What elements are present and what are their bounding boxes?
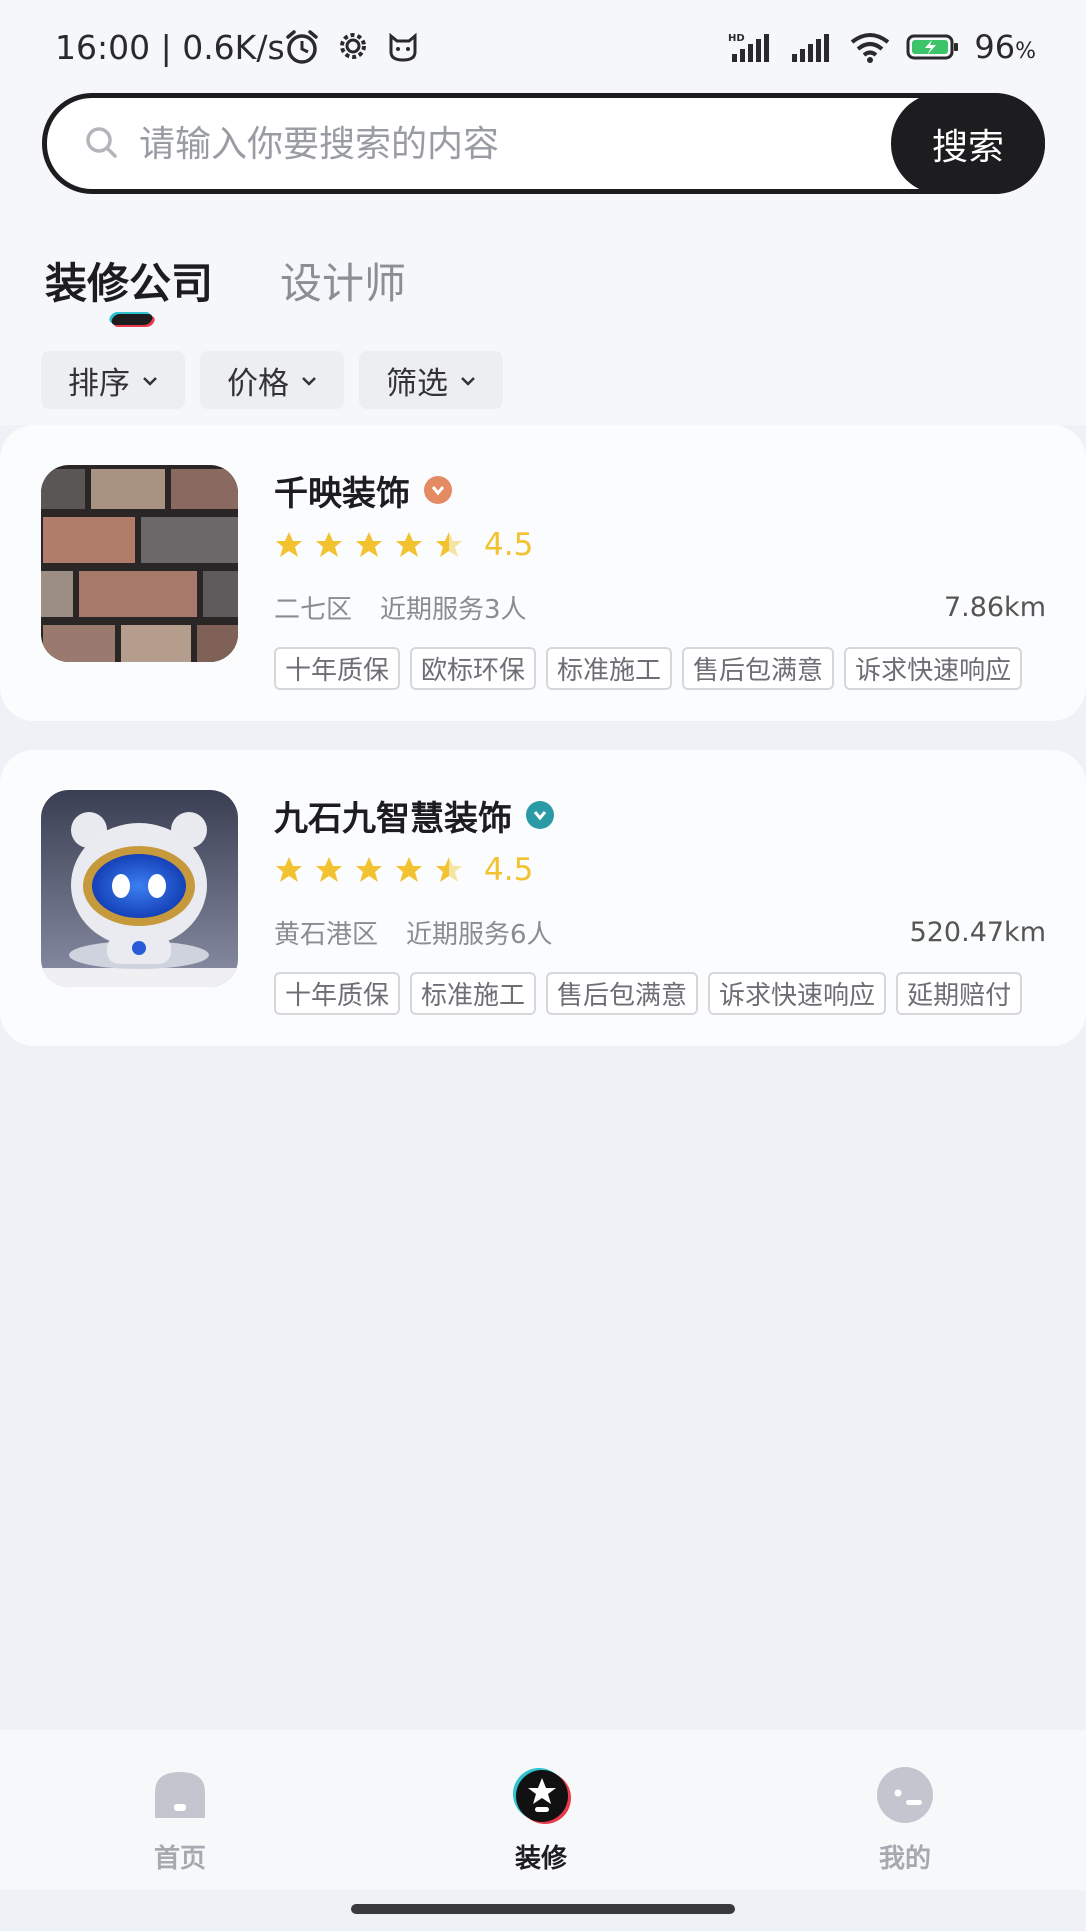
tab-designer[interactable]: 设计师 bbox=[280, 250, 406, 311]
service-tag: 标准施工 bbox=[546, 647, 673, 690]
nav-label: 我的 bbox=[878, 1844, 931, 1874]
company-info: 千映装饰 4.5 二七区 近期服务3人 7.86km 十年质保 欧标环保 标准施… bbox=[274, 465, 1046, 690]
gear-icon bbox=[340, 33, 366, 59]
distance: 520.47km bbox=[909, 916, 1046, 948]
search-icon bbox=[86, 127, 117, 158]
company-thumbnail bbox=[41, 465, 238, 662]
star-icon bbox=[436, 857, 462, 882]
battery-icon bbox=[906, 34, 959, 60]
rating-value: 4.5 bbox=[484, 852, 534, 888]
service-tag: 售后包满意 bbox=[546, 972, 699, 1015]
active-tab-indicator bbox=[109, 314, 155, 325]
status-icons-right: HD 96% bbox=[728, 28, 1036, 66]
company-info: 九石九智慧装饰 4.5 黄石港区 近期服务6人 520.47km 十年质保 标准… bbox=[274, 790, 1046, 1015]
company-card[interactable]: 千映装饰 4.5 二七区 近期服务3人 7.86km 十年质保 欧标环保 标准施… bbox=[0, 425, 1086, 721]
star-badge-icon bbox=[512, 1766, 571, 1824]
service-tag: 十年质保 bbox=[274, 647, 401, 690]
service-tag: 诉求快速响应 bbox=[708, 972, 887, 1015]
tab-decoration-company[interactable]: 装修公司 bbox=[45, 250, 213, 311]
rating-row: 4.5 bbox=[274, 523, 1046, 567]
search-input[interactable] bbox=[139, 116, 759, 172]
verified-badge-icon bbox=[424, 476, 452, 504]
home-indicator[interactable] bbox=[351, 1904, 735, 1914]
distance: 7.86km bbox=[943, 591, 1046, 623]
service-tag: 十年质保 bbox=[274, 972, 401, 1015]
service-tag: 欧标环保 bbox=[410, 647, 537, 690]
filter-label: 筛选 bbox=[386, 365, 448, 402]
company-name: 千映装饰 bbox=[274, 473, 410, 514]
filter-bar: 排序 价格 筛选 bbox=[41, 351, 503, 409]
nav-home[interactable]: 首页 bbox=[80, 1730, 280, 1890]
price-filter[interactable]: 价格 bbox=[200, 351, 344, 409]
star-rating bbox=[274, 530, 464, 560]
wifi-icon bbox=[851, 33, 890, 63]
battery-percent: 96% bbox=[974, 28, 1036, 66]
nav-mine[interactable]: 我的 bbox=[805, 1730, 1005, 1890]
nav-decoration[interactable]: 装修 bbox=[441, 1730, 641, 1890]
nav-label: 首页 bbox=[153, 1844, 206, 1874]
service-tag: 售后包满意 bbox=[682, 647, 835, 690]
tag-list: 十年质保 欧标环保 标准施工 售后包满意 诉求快速响应 bbox=[274, 647, 1046, 690]
header-area: 16:00 | 0.6K/s HD 96% 请输入你要搜索的内容 搜索 装修公司… bbox=[0, 0, 1086, 425]
star-icon bbox=[396, 857, 422, 882]
filter-label: 排序 bbox=[68, 365, 130, 402]
verified-badge-icon bbox=[526, 801, 554, 829]
star-rating bbox=[274, 855, 464, 885]
search-bar: 搜索 bbox=[42, 93, 1045, 194]
screen-filter[interactable]: 筛选 bbox=[359, 351, 503, 409]
rating-value: 4.5 bbox=[484, 527, 534, 563]
cat-icon bbox=[389, 32, 417, 62]
service-tag: 延期赔付 bbox=[896, 972, 1023, 1015]
star-icon bbox=[396, 532, 422, 557]
district: 黄石港区 bbox=[274, 919, 379, 950]
rating-row: 4.5 bbox=[274, 848, 1046, 892]
status-icons-left bbox=[283, 28, 421, 66]
star-icon bbox=[276, 857, 302, 882]
home-icon bbox=[151, 1766, 209, 1824]
service-tag: 诉求快速响应 bbox=[844, 647, 1023, 690]
hd-signal-icon: HD bbox=[728, 33, 770, 62]
company-name: 九石九智慧装饰 bbox=[274, 798, 512, 839]
status-time: 16:00 | 0.6K/s bbox=[55, 28, 285, 67]
company-card[interactable]: 九石九智慧装饰 4.5 黄石港区 近期服务6人 520.47km 十年质保 标准… bbox=[0, 750, 1086, 1046]
status-bar: 16:00 | 0.6K/s HD 96% bbox=[0, 0, 1086, 100]
chevron-down-icon bbox=[302, 377, 316, 386]
star-icon bbox=[356, 857, 382, 882]
company-thumbnail bbox=[41, 790, 238, 987]
star-icon bbox=[436, 532, 462, 557]
star-icon bbox=[316, 857, 342, 882]
district: 二七区 bbox=[274, 594, 353, 625]
star-icon bbox=[316, 532, 342, 557]
sort-filter[interactable]: 排序 bbox=[41, 351, 185, 409]
nav-label: 装修 bbox=[514, 1844, 567, 1874]
bottom-navigation: 首页 装修 我的 bbox=[0, 1730, 1086, 1890]
star-icon bbox=[276, 532, 302, 557]
signal-icon bbox=[792, 34, 830, 62]
chevron-down-icon bbox=[461, 377, 475, 386]
tag-list: 十年质保 标准施工 售后包满意 诉求快速响应 延期赔付 bbox=[274, 972, 1046, 1015]
served-count: 近期服务3人 bbox=[380, 594, 527, 625]
svg-text:HD: HD bbox=[728, 33, 745, 44]
profile-icon bbox=[876, 1766, 934, 1824]
service-tag: 标准施工 bbox=[410, 972, 537, 1015]
filter-label: 价格 bbox=[227, 365, 289, 402]
search-button[interactable]: 搜索 bbox=[891, 93, 1045, 194]
served-count: 近期服务6人 bbox=[406, 919, 553, 950]
alarm-icon bbox=[286, 30, 318, 64]
star-icon bbox=[356, 532, 382, 557]
chevron-down-icon bbox=[143, 377, 157, 386]
